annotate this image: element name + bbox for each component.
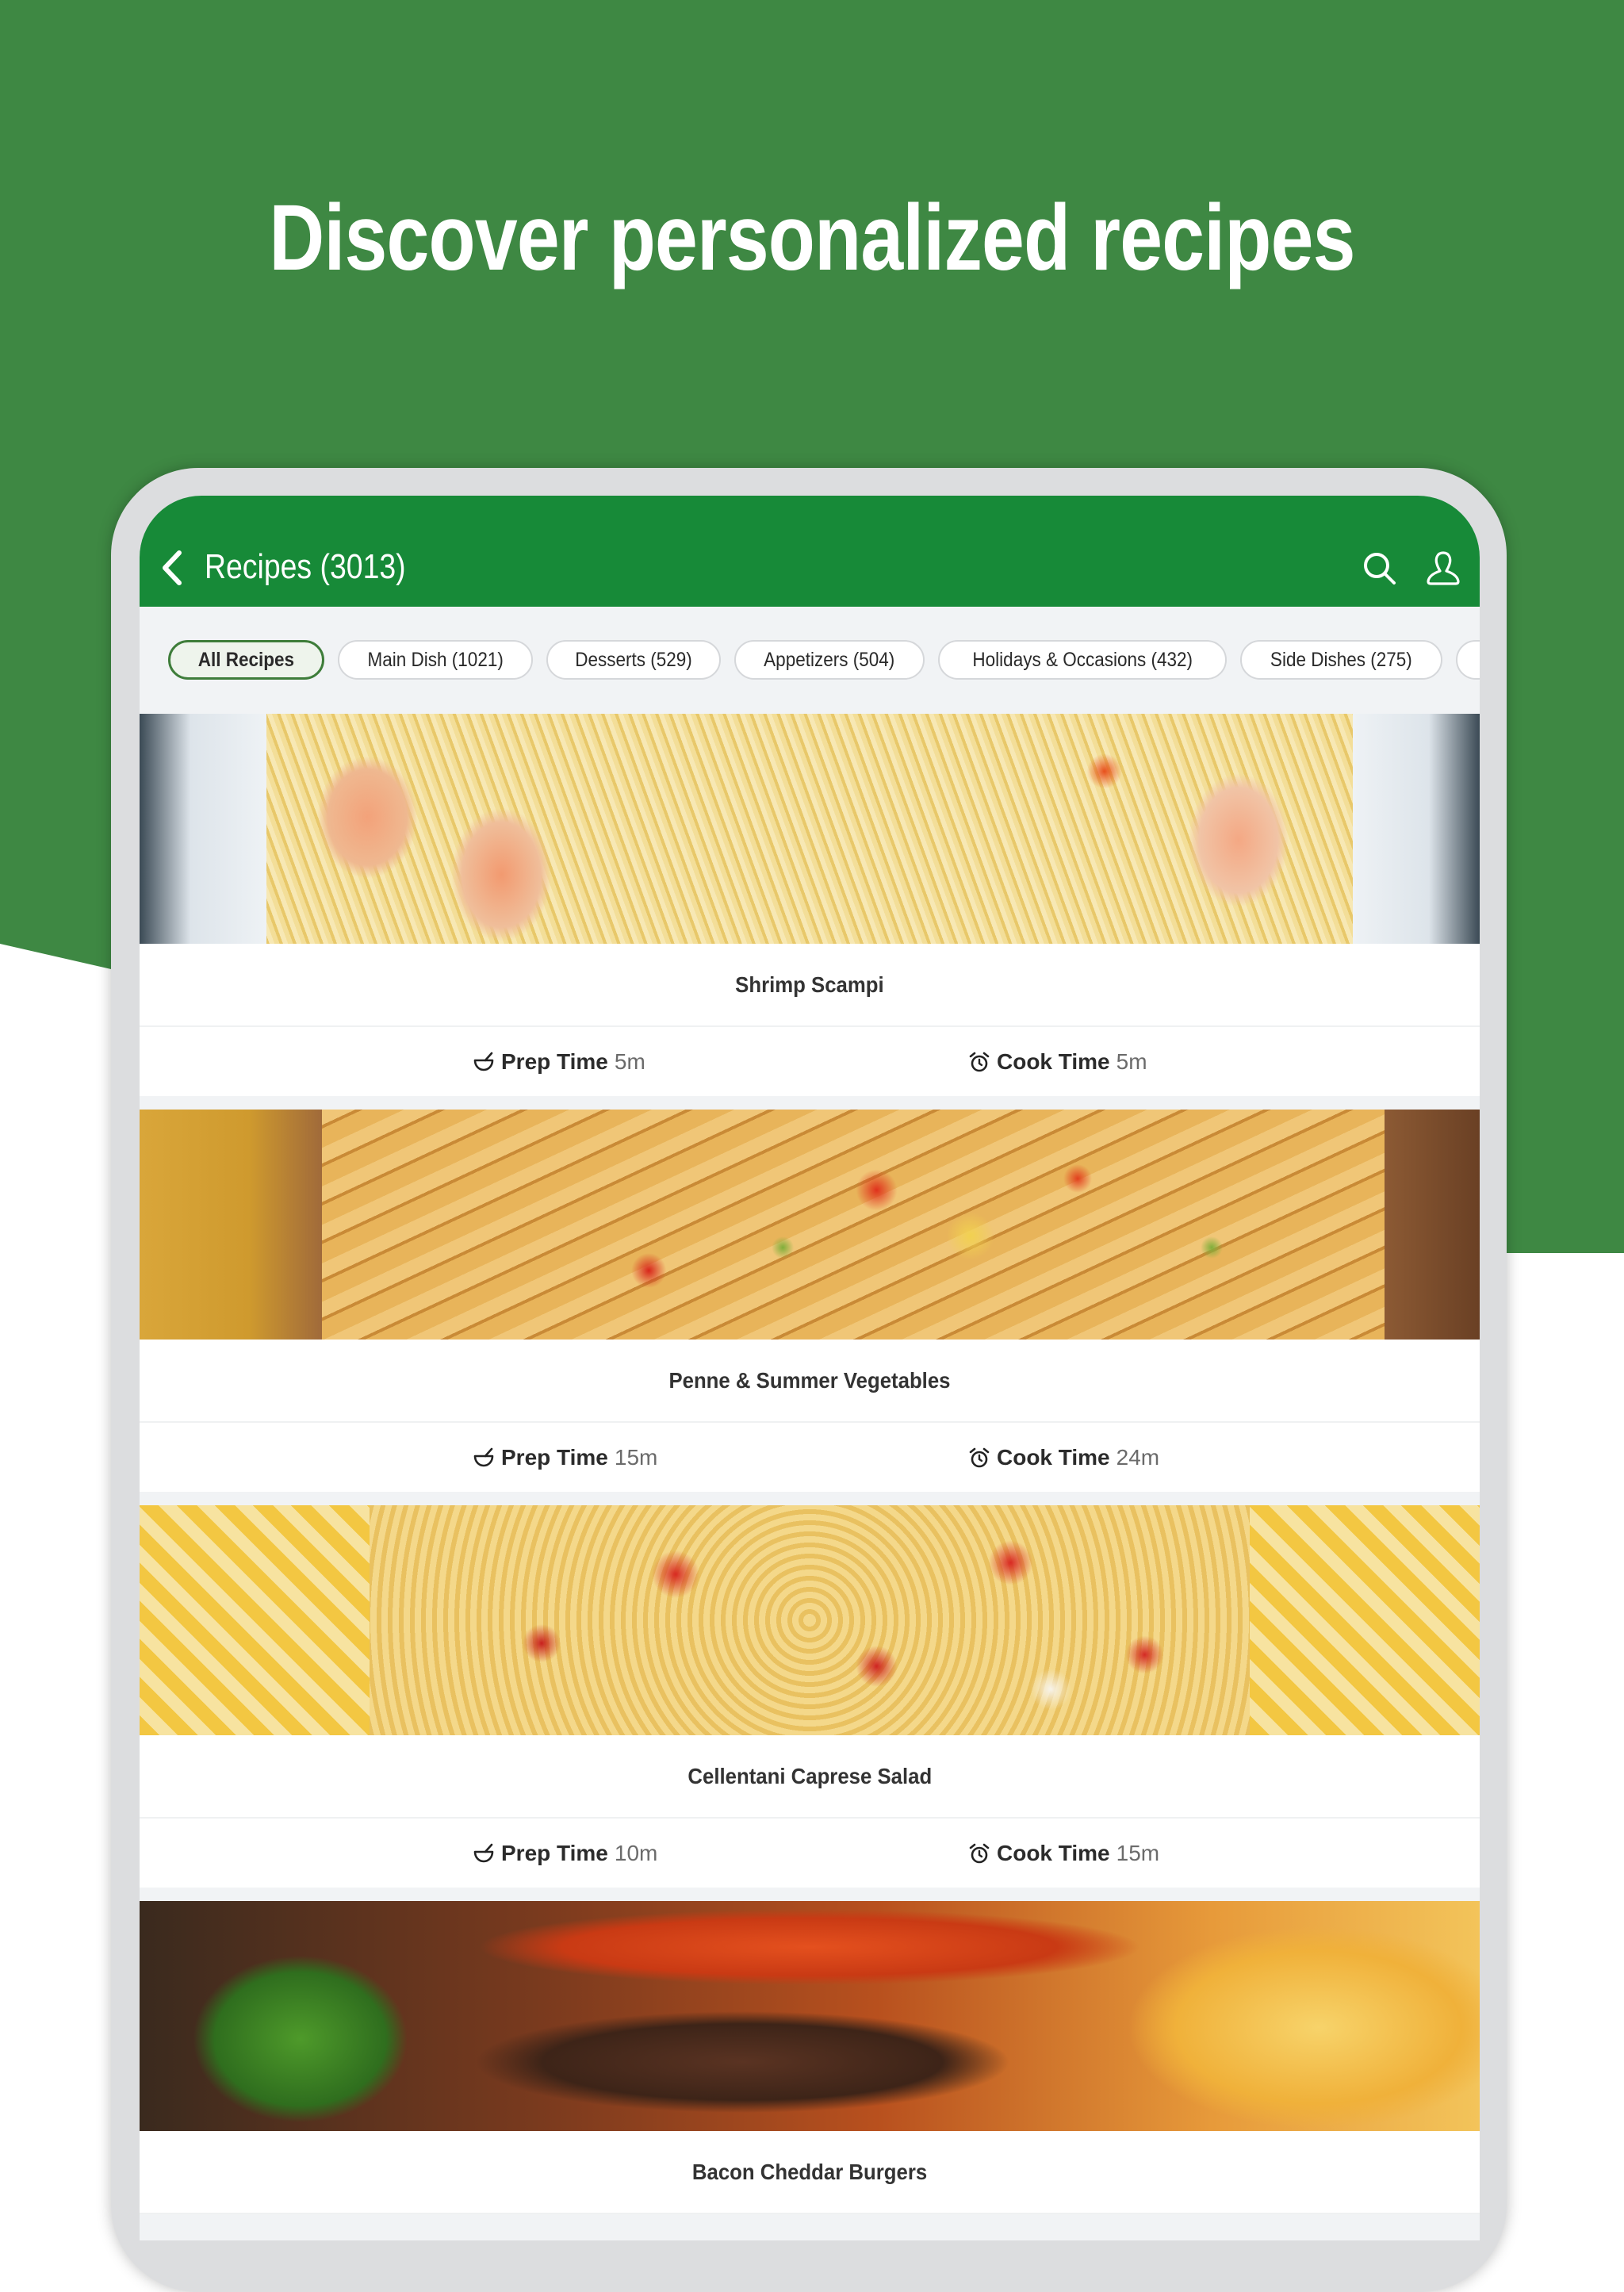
alarm-clock-icon (969, 1447, 990, 1467)
recipe-list: Shrimp Scampi Prep Time 5m Cook Time 5m Penne… (140, 714, 1480, 2228)
recipe-card[interactable]: Shrimp Scampi Prep Time 5m Cook Time 5m (140, 714, 1480, 1096)
recipe-times-row: Prep Time 15m Cook Time 24m (140, 1423, 1480, 1492)
prep-time: Prep Time 10m (473, 1819, 657, 1888)
cook-time: Cook Time 5m (968, 1027, 1147, 1096)
mortar-pestle-icon (473, 1843, 494, 1862)
cook-time-value: 24m (1116, 1444, 1160, 1470)
chevron-left-icon (163, 550, 182, 585)
cook-time-label: Cook Time (997, 1840, 1110, 1865)
filter-chip[interactable]: Holidays & Occasions (432) (937, 640, 1227, 680)
cook-time-label: Cook Time (997, 1048, 1110, 1074)
filter-chip-label: Main Dish (1021) (367, 648, 504, 671)
app-header: Recipes (3013) (140, 496, 1480, 607)
search-icon (1364, 553, 1396, 584)
recipe-card[interactable]: Penne & Summer Vegetables Prep Time 15m Coo… (140, 1110, 1480, 1492)
alarm-clock-icon (969, 1843, 990, 1863)
app-screen: Recipes (3013) All Recipes Main Dish (102… (140, 496, 1480, 2240)
filter-chip-label: Holidays & Occasions (432) (971, 648, 1193, 671)
mortar-pestle-icon (473, 1447, 494, 1466)
filter-chip[interactable]: Appetizers (504) (734, 640, 925, 680)
prep-time-value: 15m (614, 1444, 658, 1470)
filter-chip[interactable]: All Recipes (168, 640, 324, 680)
user-icon (1427, 551, 1460, 585)
penne-vegetables-photo[interactable] (140, 1110, 1480, 1340)
recipe-title: Bacon Cheddar Burgers (691, 2159, 928, 2184)
cook-time-value: 15m (1116, 1840, 1160, 1865)
bacon-burgers-photo[interactable] (140, 1901, 1480, 2131)
filter-chip[interactable]: Side Dishes (275) (1240, 640, 1442, 680)
prep-time-value: 5m (614, 1048, 645, 1074)
prep-time-label: Prep Time (501, 1840, 608, 1865)
cook-time: Cook Time 24m (968, 1423, 1159, 1492)
category-filter-bar[interactable]: All Recipes Main Dish (1021) Desserts (529… (140, 607, 1480, 714)
shrimp-scampi-photo[interactable] (140, 714, 1480, 944)
prep-time: Prep Time 5m (473, 1027, 645, 1096)
recipe-title-row: Shrimp Scampi (140, 944, 1480, 1027)
cook-time-value: 5m (1116, 1048, 1147, 1074)
recipe-times-row: Prep Time 5m Cook Time 5m (140, 1027, 1480, 1096)
recipe-title: Penne & Summer Vegetables (668, 1367, 951, 1393)
caprese-salad-photo[interactable] (140, 1505, 1480, 1735)
recipe-card[interactable]: Bacon Cheddar Burgers (140, 1901, 1480, 2214)
mortar-pestle-icon (473, 1052, 494, 1071)
back-button[interactable] (157, 548, 189, 588)
recipe-title-row: Penne & Summer Vegetables (140, 1340, 1480, 1423)
recipe-title-row: Bacon Cheddar Burgers (140, 2131, 1480, 2214)
recipe-title: Cellentani Caprese Salad (688, 1763, 932, 1788)
search-button[interactable] (1361, 550, 1399, 588)
prep-time-label: Prep Time (501, 1444, 608, 1470)
filter-chip-label: All Recipes (197, 648, 295, 671)
recipe-times-row: Prep Time 10m Cook Time 15m (140, 1819, 1480, 1888)
recipe-card[interactable]: Cellentani Caprese Salad Prep Time 10m Cook… (140, 1505, 1480, 1888)
alarm-clock-icon (969, 1052, 990, 1071)
cook-time-label: Cook Time (997, 1444, 1110, 1470)
page-title: Recipes (3013) (205, 547, 406, 586)
profile-button[interactable] (1424, 550, 1462, 588)
prep-time: Prep Time 15m (473, 1423, 657, 1492)
recipe-title-row: Cellentani Caprese Salad (140, 1735, 1480, 1819)
filter-chip[interactable]: Desserts (529) (546, 640, 722, 680)
filter-chip[interactable]: Main Dish (1021) (337, 640, 534, 680)
recipe-title: Shrimp Scampi (735, 972, 884, 997)
prep-time-label: Prep Time (501, 1048, 608, 1074)
cook-time: Cook Time 15m (968, 1819, 1159, 1888)
prep-time-value: 10m (614, 1840, 658, 1865)
promo-headline: Discover personalized recipes (269, 186, 1355, 290)
filter-chip-label: Side Dishes (275) (1270, 648, 1412, 671)
filter-chip-label: Desserts (529) (575, 648, 692, 671)
filter-chip[interactable]: BBQ & Gr (1455, 640, 1480, 680)
filter-chip-label: Appetizers (504) (764, 648, 895, 671)
